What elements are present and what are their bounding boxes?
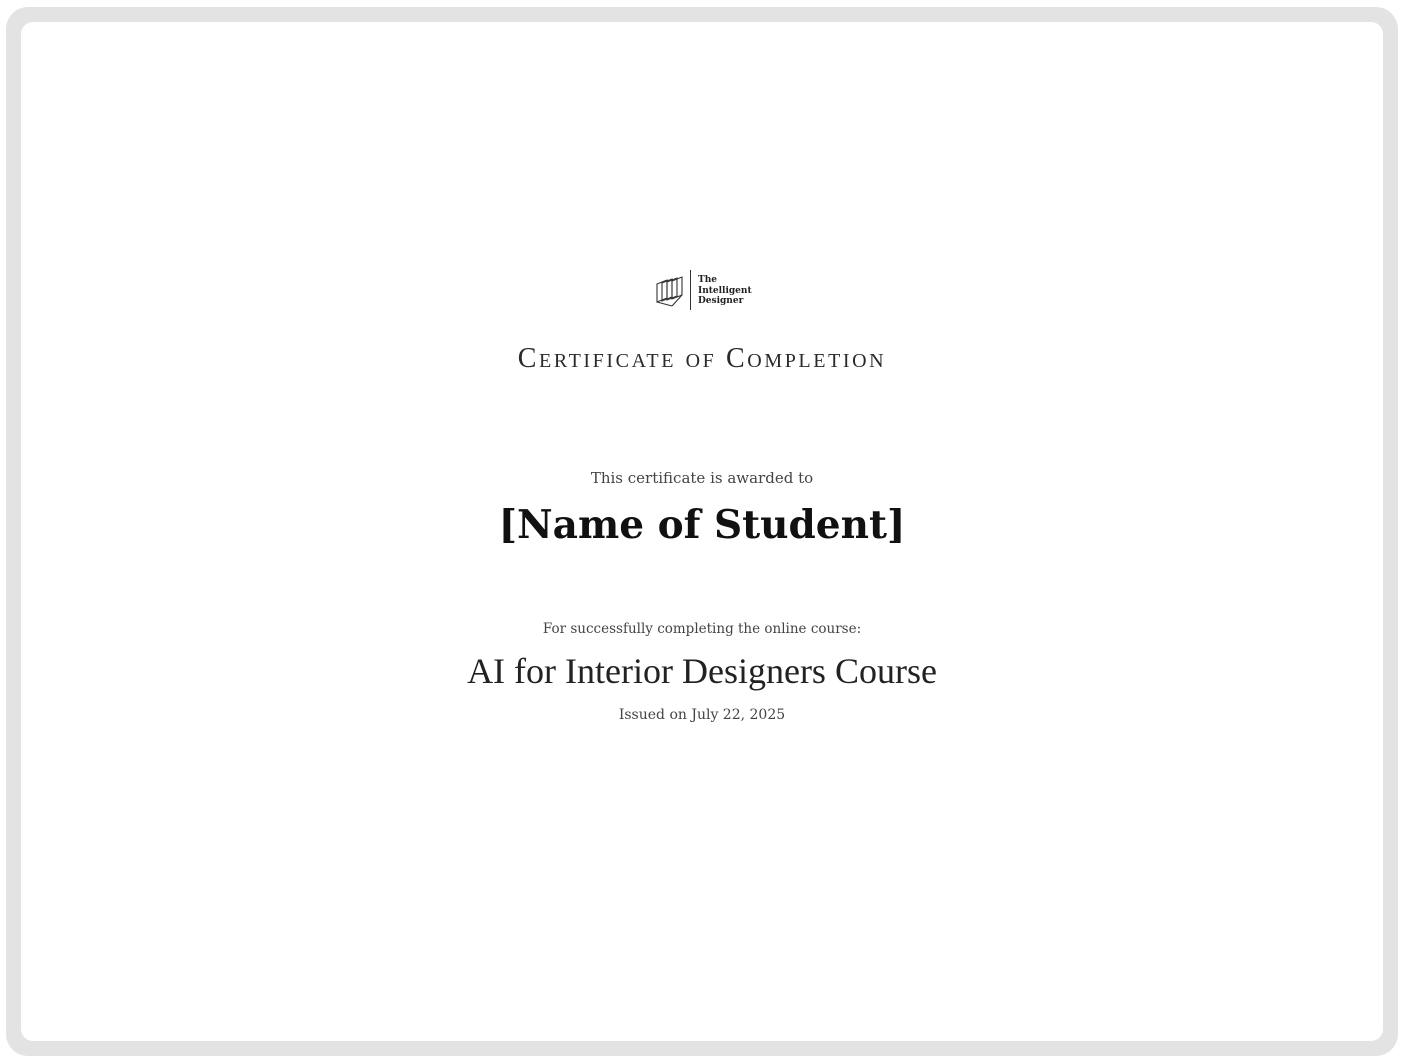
awarded-to-label: This certificate is awarded to (590, 469, 814, 487)
brand-name-line: Designer (698, 296, 744, 306)
certificate-card: The Intelligent Designer Certificate of … (21, 22, 1383, 1041)
brand-name-line: Intelligent (698, 285, 752, 296)
course-name: AI for Interior Designers Course (467, 651, 937, 691)
completion-label: For successfully completing the online c… (542, 621, 862, 637)
stacked-squares-icon (656, 276, 683, 307)
logo-divider (690, 270, 691, 310)
brand-name: The Intelligent Designer (698, 275, 752, 307)
certificate-title: Certificate of Completion (517, 343, 887, 374)
issue-date: Issued on July 22, 2025 (618, 707, 786, 723)
brand-logo: The Intelligent Designer (655, 270, 765, 312)
brand-name-line: The (698, 275, 717, 285)
student-name: [Name of Student] (498, 502, 906, 548)
certificate-frame: The Intelligent Designer Certificate of … (6, 7, 1398, 1056)
